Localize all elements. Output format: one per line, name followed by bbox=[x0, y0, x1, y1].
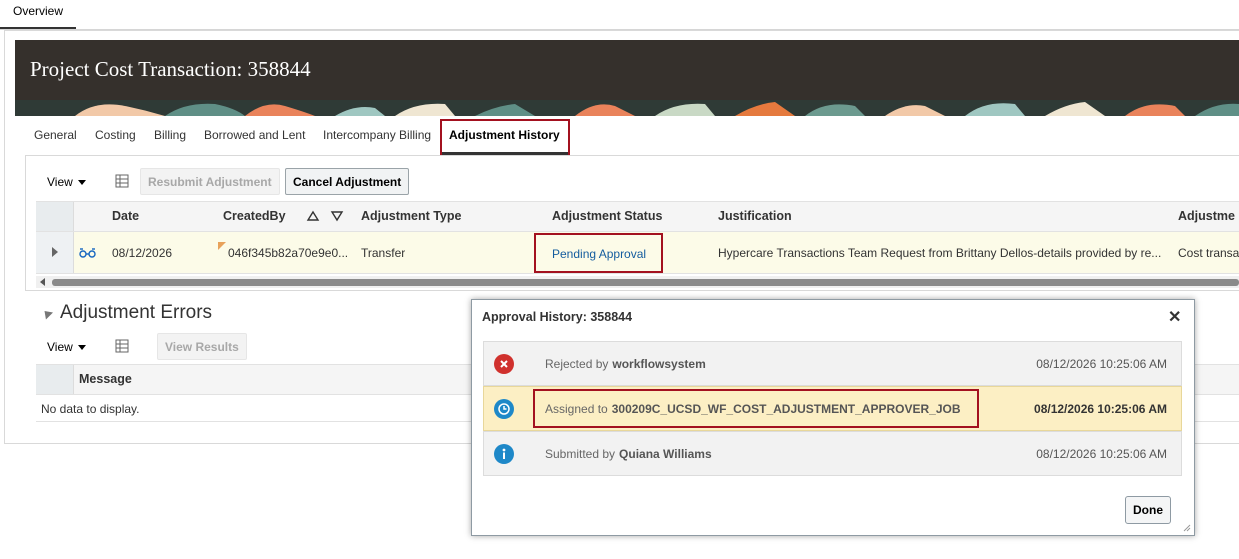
error-icon bbox=[494, 354, 514, 374]
entry-actor: workflowsystem bbox=[612, 357, 706, 371]
cell-adjustment-type: Transfer bbox=[361, 246, 406, 260]
column-header-createdby[interactable]: CreatedBy bbox=[223, 209, 286, 223]
view-menu[interactable]: View bbox=[47, 175, 86, 189]
dialog-title: Approval History: 358844 bbox=[482, 310, 633, 324]
highlight-box-assignee bbox=[533, 389, 979, 428]
freeze-columns-icon[interactable] bbox=[114, 173, 130, 189]
chevron-down-icon bbox=[77, 180, 86, 186]
note-indicator-icon bbox=[218, 242, 226, 250]
column-header-adjustment-type[interactable]: Adjustment Type bbox=[361, 209, 461, 223]
errors-view-menu[interactable]: View bbox=[47, 340, 86, 354]
tab-intercompany-billing[interactable]: Intercompany Billing bbox=[323, 128, 431, 142]
view-details-glasses-icon[interactable] bbox=[79, 247, 96, 259]
resize-grip-icon[interactable] bbox=[1182, 523, 1191, 532]
sort-descending-icon[interactable] bbox=[330, 210, 344, 222]
cell-adjustment: Cost transa bbox=[1178, 246, 1239, 260]
expand-row-icon[interactable] bbox=[51, 247, 59, 257]
cell-date: 08/12/2026 bbox=[112, 246, 173, 260]
close-icon[interactable]: ✕ bbox=[1168, 307, 1181, 327]
highlight-box-tab bbox=[440, 119, 570, 157]
page-title: Project Cost Transaction: 358844 bbox=[30, 57, 311, 81]
horizontal-scrollbar[interactable] bbox=[36, 276, 1239, 288]
column-header-justification[interactable]: Justification bbox=[718, 209, 792, 223]
tab-billing[interactable]: Billing bbox=[154, 128, 186, 142]
highlight-box-status bbox=[534, 233, 663, 273]
column-header-message[interactable]: Message bbox=[79, 372, 132, 386]
empty-table-message: No data to display. bbox=[41, 402, 140, 416]
column-header-adjustment[interactable]: Adjustme bbox=[1178, 209, 1235, 223]
freeze-columns-icon[interactable] bbox=[114, 338, 130, 354]
scroll-left-icon[interactable] bbox=[40, 278, 45, 286]
done-button[interactable]: Done bbox=[1125, 496, 1171, 524]
approval-entry-submitted: Submitted by Quiana Williams 08/12/2026 1… bbox=[483, 431, 1182, 476]
entry-timestamp: 08/12/2026 10:25:06 AM bbox=[1036, 357, 1167, 371]
column-header-date[interactable]: Date bbox=[112, 209, 139, 223]
tab-costing[interactable]: Costing bbox=[95, 128, 136, 142]
entry-actor: Quiana Williams bbox=[619, 447, 712, 461]
clock-icon bbox=[494, 399, 514, 419]
entry-text: Submitted by Quiana Williams bbox=[545, 447, 712, 461]
entry-action: Rejected by bbox=[545, 357, 609, 371]
entry-timestamp: 08/12/2026 10:25:06 AM bbox=[1036, 447, 1167, 461]
row-selector[interactable] bbox=[36, 232, 74, 273]
sort-ascending-icon[interactable] bbox=[306, 210, 320, 222]
row-selector-header bbox=[36, 365, 74, 394]
column-header-adjustment-status[interactable]: Adjustment Status bbox=[552, 209, 662, 223]
header-decoration bbox=[15, 100, 1239, 116]
info-icon bbox=[494, 444, 514, 464]
cancel-adjustment-button[interactable]: Cancel Adjustment bbox=[285, 168, 410, 195]
row-selector-header bbox=[36, 202, 74, 231]
cell-createdby: 046f345b82a70e9e0... bbox=[228, 246, 349, 260]
page-header: Project Cost Transaction: 358844 bbox=[15, 40, 1239, 116]
view-menu-label: View bbox=[47, 175, 73, 189]
chevron-down-icon bbox=[77, 345, 86, 351]
scrollbar-thumb[interactable] bbox=[52, 279, 1239, 286]
section-title-adjustment-errors: Adjustment Errors bbox=[60, 302, 213, 323]
tab-borrowed-and-lent[interactable]: Borrowed and Lent bbox=[204, 128, 305, 142]
tab-general[interactable]: General bbox=[34, 128, 77, 142]
tab-overview[interactable]: Overview bbox=[0, 0, 76, 30]
errors-view-menu-label: View bbox=[47, 340, 73, 354]
adjustment-table-header: Date CreatedBy Adjustment Type Adjustmen… bbox=[36, 201, 1239, 232]
resubmit-adjustment-button[interactable]: Resubmit Adjustment bbox=[140, 168, 280, 195]
entry-text: Rejected by workflowsystem bbox=[545, 357, 706, 371]
approval-entry-rejected: Rejected by workflowsystem 08/12/2026 10:… bbox=[483, 341, 1182, 386]
view-results-button[interactable]: View Results bbox=[157, 333, 247, 360]
cell-justification: Hypercare Transactions Team Request from… bbox=[718, 246, 1162, 260]
entry-timestamp: 08/12/2026 10:25:06 AM bbox=[1034, 402, 1167, 416]
entry-action: Submitted by bbox=[545, 447, 616, 461]
